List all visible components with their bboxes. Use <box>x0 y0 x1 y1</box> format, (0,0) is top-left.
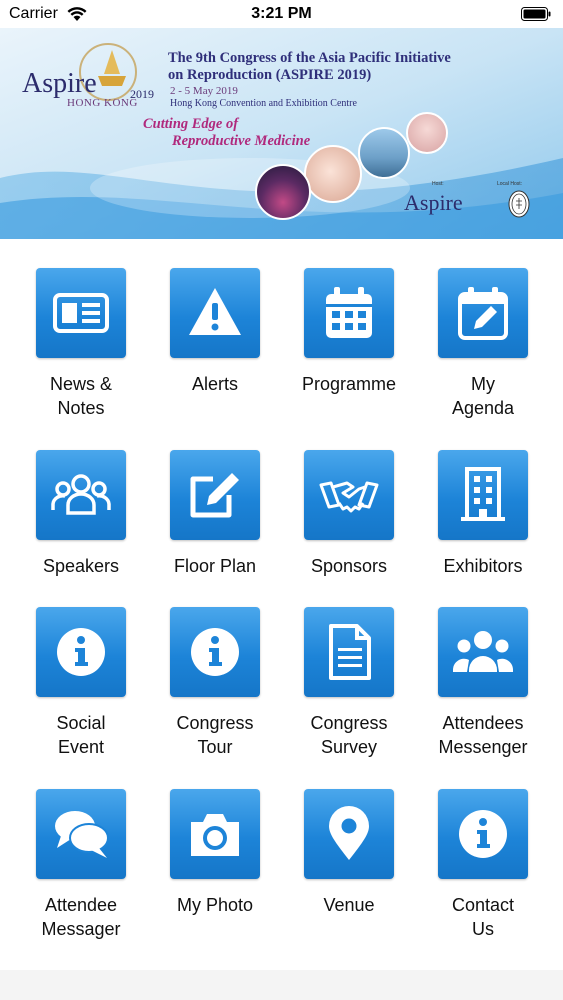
congress-banner: Aspire HONG KONG 2019 The 9th Congress o… <box>0 28 563 239</box>
menu-icon-button[interactable] <box>36 450 126 540</box>
tagline-line2: Reproductive Medicine <box>172 133 311 149</box>
photo-mother <box>406 112 448 154</box>
congress-venue: Hong Kong Convention and Exhibition Cent… <box>170 98 357 109</box>
building-icon <box>461 467 505 521</box>
newspaper-icon <box>53 293 109 333</box>
menu-item-label: My Agenda <box>451 374 515 418</box>
chat-icon <box>55 811 109 858</box>
camera-icon <box>191 814 239 856</box>
menu-icon-button[interactable] <box>170 268 260 358</box>
photo-skyline-night <box>255 164 311 220</box>
menu-icon-button[interactable] <box>304 607 394 697</box>
edit-icon <box>190 473 239 518</box>
calendar-icon <box>326 287 372 338</box>
host-label: Host: <box>432 181 444 187</box>
local-host-seal-icon <box>508 190 530 218</box>
menu-item-label: Attendees Messenger <box>438 713 528 757</box>
menu-icon-button[interactable] <box>438 607 528 697</box>
tagline-line1: Cutting Edge of <box>143 116 239 132</box>
photo-skyline-day <box>358 127 410 179</box>
info-icon <box>57 628 105 676</box>
menu-item-label: Exhibitors <box>443 556 523 576</box>
menu-icon-button[interactable] <box>170 607 260 697</box>
menu-icon-button[interactable] <box>36 789 126 879</box>
menu-icon-button[interactable] <box>304 268 394 358</box>
document-icon <box>329 624 371 680</box>
info-icon <box>459 810 507 858</box>
congress-title-line2: on Reproduction (ASPIRE 2019) <box>168 67 372 83</box>
menu-icon-button[interactable] <box>170 789 260 879</box>
menu-icon-button[interactable] <box>304 789 394 879</box>
menu-item-label: Contact Us <box>451 895 515 939</box>
menu-icon-button[interactable] <box>170 450 260 540</box>
menu-grid: News & Notes Alerts Programme My Agenda Spea… <box>0 239 563 970</box>
menu-icon-button[interactable] <box>438 789 528 879</box>
menu-icon-button[interactable] <box>36 268 126 358</box>
aspire-logo-text: Aspire <box>22 68 97 99</box>
group-icon <box>51 474 111 515</box>
menu-icon-button[interactable] <box>438 450 528 540</box>
congress-title-line1: The 9th Congress of the Asia Pacific Ini… <box>168 50 451 66</box>
aspire-logo-year: 2019 <box>130 87 154 101</box>
menu-icon-button[interactable] <box>438 268 528 358</box>
calendar-edit-icon <box>458 287 508 340</box>
photo-baby <box>304 145 362 203</box>
menu-icon-button[interactable] <box>36 607 126 697</box>
host-logo: Aspire <box>404 190 463 215</box>
menu-icon-button[interactable] <box>304 450 394 540</box>
status-bar: Carrier 3:21 PM <box>0 0 563 28</box>
local-host-label: Local Host: <box>497 181 523 187</box>
congress-date: 2 - 5 May 2019 <box>170 85 238 97</box>
clock: 3:21 PM <box>251 5 312 22</box>
battery-icon <box>521 7 551 21</box>
handshake-icon <box>319 481 379 513</box>
aspire-logo-city: HONG KONG <box>67 97 138 109</box>
users-icon <box>453 631 513 672</box>
footer-bar <box>0 970 563 1000</box>
info-icon <box>191 628 239 676</box>
warning-icon <box>189 288 241 335</box>
map-pin-icon <box>329 806 369 860</box>
